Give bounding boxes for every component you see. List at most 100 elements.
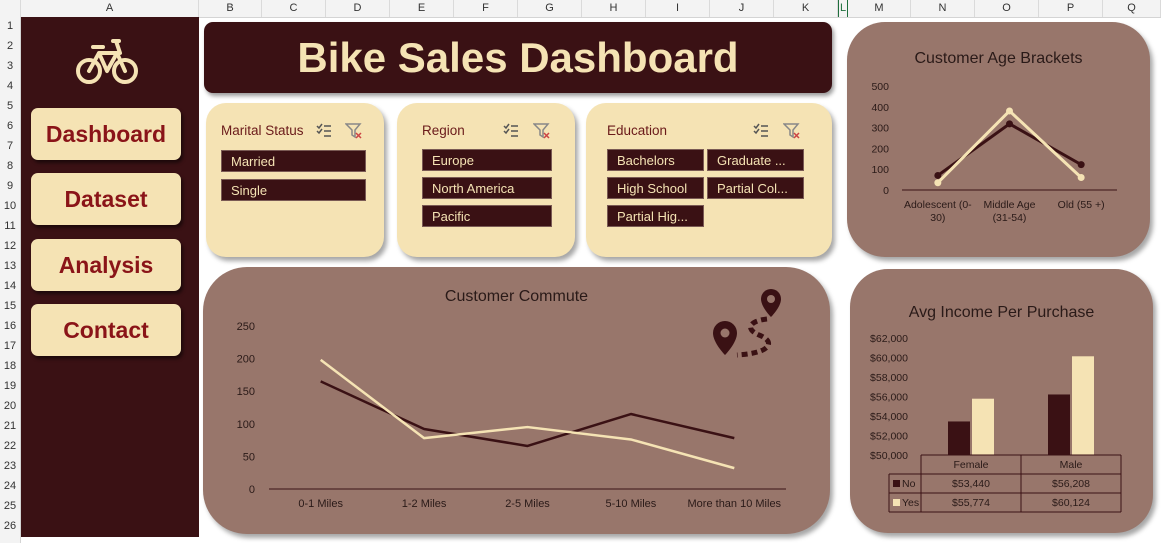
- income-panel: Avg Income Per Purchase $50,000 $52,000 $5…: [850, 269, 1153, 533]
- row-header[interactable]: 19: [0, 380, 20, 392]
- nav-contact-button[interactable]: Contact: [31, 304, 181, 356]
- slicer-item-married[interactable]: Married: [221, 150, 366, 172]
- slicer-item-single[interactable]: Single: [221, 179, 366, 201]
- bike-icon: [76, 39, 138, 84]
- row-header[interactable]: 14: [0, 280, 20, 292]
- nav-dashboard-button[interactable]: Dashboard: [31, 108, 181, 160]
- age-brackets-chart: 0 100 200 300 400 500 Adolescent (0-30) Middle …: [871, 81, 1117, 224]
- bar: [948, 421, 970, 455]
- slicer-item-north-america[interactable]: North America: [422, 177, 552, 199]
- slicer-item-pacific[interactable]: Pacific: [422, 205, 552, 227]
- nav-analysis-button[interactable]: Analysis: [31, 239, 181, 291]
- row-header[interactable]: 3: [0, 60, 20, 72]
- legend-swatch: [893, 499, 900, 506]
- legend-swatch: [893, 480, 900, 487]
- row-header[interactable]: 1: [0, 20, 20, 32]
- column-header[interactable]: I: [646, 0, 710, 17]
- column-header[interactable]: L: [838, 0, 848, 17]
- data-point: [1077, 161, 1085, 169]
- legend-label: Yes: [902, 497, 919, 509]
- x-tick-label: Female: [953, 459, 988, 471]
- row-header[interactable]: 16: [0, 320, 20, 332]
- row-header[interactable]: 13: [0, 260, 20, 272]
- column-header[interactable]: J: [710, 0, 774, 17]
- column-header[interactable]: H: [582, 0, 646, 17]
- slicer-item-partial-college[interactable]: Partial Col...: [707, 177, 804, 199]
- y-tick-label: 100: [237, 419, 255, 431]
- multi-select-icon[interactable]: [315, 122, 333, 140]
- slicer-title: Marital Status: [221, 123, 304, 138]
- x-tick-label: Old (55 +): [1058, 199, 1105, 211]
- y-tick-label: 200: [237, 354, 255, 366]
- y-tick-label: $54,000: [870, 411, 908, 423]
- slicer-item-bachelors[interactable]: Bachelors: [607, 149, 704, 171]
- slicer-item-graduate[interactable]: Graduate ...: [707, 149, 804, 171]
- row-header[interactable]: 6: [0, 120, 20, 132]
- column-header[interactable]: Q: [1103, 0, 1161, 17]
- data-label: $56,208: [1052, 478, 1090, 490]
- row-header[interactable]: 7: [0, 140, 20, 152]
- slicer-title: Education: [607, 123, 668, 138]
- page-title: Bike Sales Dashboard: [204, 22, 832, 93]
- column-header[interactable]: P: [1039, 0, 1103, 17]
- column-header[interactable]: A: [21, 0, 199, 17]
- nav-dataset-button[interactable]: Dataset: [31, 173, 181, 225]
- y-tick-label: 0: [883, 185, 889, 197]
- row-header[interactable]: 22: [0, 440, 20, 452]
- multi-select-icon[interactable]: [502, 122, 520, 140]
- column-header[interactable]: G: [518, 0, 582, 17]
- row-header[interactable]: 2: [0, 40, 20, 52]
- age-brackets-panel: Customer Age Brackets 0 100 200 300 400 500 Ad…: [847, 22, 1150, 257]
- series-line-0: [320, 380, 735, 448]
- row-header[interactable]: 26: [0, 520, 20, 532]
- column-header[interactable]: E: [390, 0, 454, 17]
- row-header[interactable]: 24: [0, 480, 20, 492]
- multi-select-icon[interactable]: [752, 122, 770, 140]
- row-header[interactable]: 20: [0, 400, 20, 412]
- data-label: $60,124: [1052, 497, 1090, 509]
- data-point: [1006, 120, 1013, 128]
- column-header[interactable]: D: [326, 0, 390, 17]
- row-header[interactable]: 11: [0, 220, 20, 232]
- column-header[interactable]: M: [848, 0, 911, 17]
- column-header[interactable]: K: [774, 0, 838, 17]
- row-header[interactable]: 23: [0, 460, 20, 472]
- column-header[interactable]: F: [454, 0, 518, 17]
- row-header[interactable]: 5: [0, 100, 20, 112]
- x-tick-label: Male: [1060, 459, 1083, 471]
- slicer-item-high-school[interactable]: High School: [607, 177, 704, 199]
- y-tick-label: 0: [249, 484, 255, 496]
- series-line-0: [936, 122, 1082, 177]
- row-header[interactable]: 21: [0, 420, 20, 432]
- clear-filter-icon[interactable]: [533, 122, 551, 140]
- slicer-item-partial-high-school[interactable]: Partial Hig...: [607, 205, 704, 227]
- clear-filter-icon[interactable]: [783, 122, 801, 140]
- column-header[interactable]: B: [199, 0, 262, 17]
- y-tick-label: 200: [871, 143, 889, 155]
- y-tick-label: $52,000: [870, 431, 908, 443]
- row-header[interactable]: 9: [0, 180, 20, 192]
- row-header[interactable]: 10: [0, 200, 20, 212]
- row-header[interactable]: 4: [0, 80, 20, 92]
- row-header[interactable]: 12: [0, 240, 20, 252]
- data-label: $55,774: [952, 497, 990, 509]
- x-tick-label: 1-2 Miles: [402, 498, 447, 510]
- slicer-item-europe[interactable]: Europe: [422, 149, 552, 171]
- column-header[interactable]: C: [262, 0, 326, 17]
- series-line-1: [319, 358, 735, 470]
- bar: [1072, 356, 1094, 455]
- column-header[interactable]: N: [911, 0, 975, 17]
- slicer-title: Region: [422, 123, 465, 138]
- y-tick-label: $50,000: [870, 450, 908, 462]
- clear-filter-icon[interactable]: [345, 122, 363, 140]
- y-tick-label: $58,000: [870, 372, 908, 384]
- column-header[interactable]: O: [975, 0, 1039, 17]
- row-header[interactable]: 18: [0, 360, 20, 372]
- select-all-corner[interactable]: [0, 0, 21, 17]
- row-header[interactable]: 17: [0, 340, 20, 352]
- row-header[interactable]: 15: [0, 300, 20, 312]
- data-point: [1077, 174, 1085, 182]
- row-header[interactable]: 25: [0, 500, 20, 512]
- row-header[interactable]: 8: [0, 160, 20, 172]
- y-tick-label: 50: [243, 451, 255, 463]
